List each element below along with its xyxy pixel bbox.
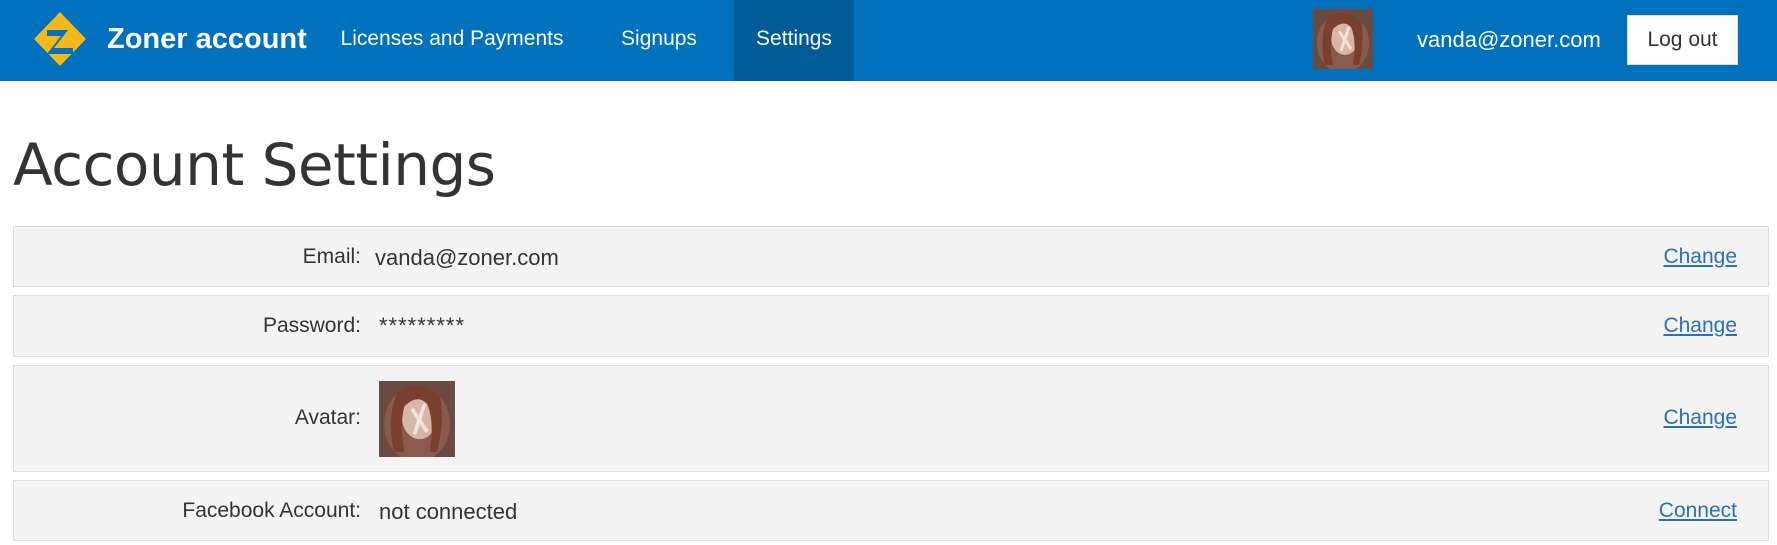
email-label: Email: [302,245,361,268]
nav-signups[interactable]: Signups [598,0,720,81]
password-value: ********* [379,313,466,338]
facebook-status: not connected [379,499,518,524]
brand-title[interactable]: Zoner account [107,0,307,81]
settings-row-facebook: Facebook Account: not connected Connect [13,480,1769,541]
avatar-label: Avatar: [294,406,361,429]
change-password-link[interactable]: Change [1663,314,1737,338]
logout-button[interactable]: Log out [1627,15,1738,65]
avatar-image [379,381,455,457]
facebook-label: Facebook Account: [182,499,361,522]
user-email[interactable]: vanda@zoner.com [1417,0,1601,81]
settings-row-email: Email: vanda@zoner.com Change [13,226,1769,287]
nav-settings[interactable]: Settings [734,0,854,81]
user-avatar[interactable] [1313,9,1373,69]
change-avatar-link[interactable]: Change [1663,406,1737,430]
settings-row-password: Password: ********* Change [13,295,1769,357]
connect-facebook-link[interactable]: Connect [1659,499,1737,523]
settings-row-avatar: Avatar: Change [13,365,1769,472]
top-navigation-bar: Zoner account Licenses and Payments Sign… [0,0,1777,81]
page-title: Account Settings [13,131,496,199]
nav-licenses-and-payments[interactable]: Licenses and Payments [327,0,577,81]
password-label: Password: [262,314,361,337]
change-email-link[interactable]: Change [1663,245,1737,269]
email-value: vanda@zoner.com [375,245,559,270]
zoner-logo-icon[interactable] [34,12,86,66]
